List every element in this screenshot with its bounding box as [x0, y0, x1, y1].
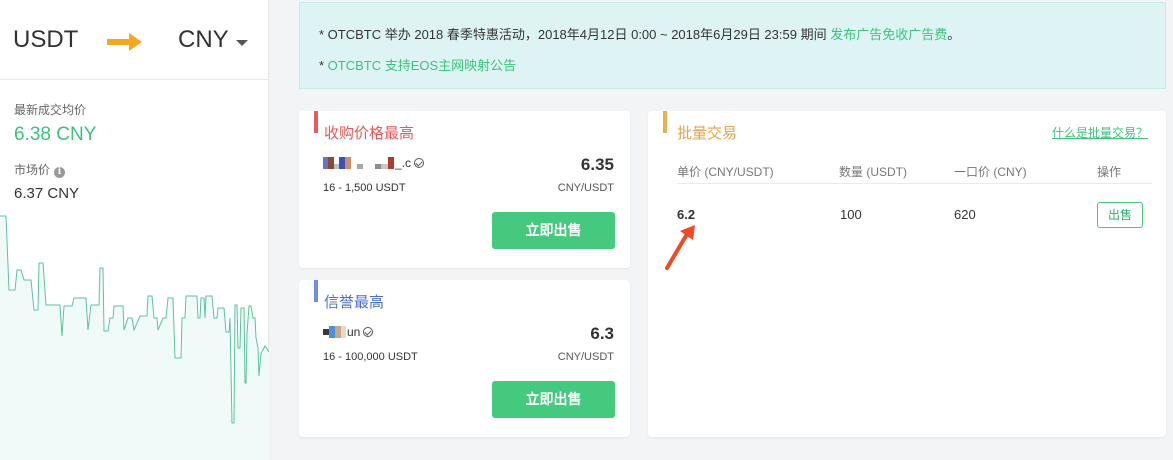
verified-icon [363, 327, 374, 337]
eos-bullet: * [319, 58, 328, 73]
card-title: 收购价格最高 [324, 125, 415, 142]
price-history-chart [0, 215, 269, 460]
batch-sell-button[interactable]: 出售 [1097, 202, 1143, 228]
promo-notice: * OTCBTC 举办 2018 春季特惠活动，2018年4月12日 0:00 … [319, 24, 960, 43]
base-currency: USDT [13, 26, 79, 53]
header-divider [677, 183, 1152, 184]
card-title: 批量交易 [677, 125, 738, 142]
sell-now-button[interactable]: 立即出售 [492, 381, 615, 418]
limit-range: 16 - 1,500 USDT [323, 182, 406, 194]
promo-text: * OTCBTC 举办 2018 春季特惠活动，2018年4月12日 0:00 … [319, 27, 831, 42]
market-price-label-row: 市场价 i [14, 161, 66, 178]
highest-reputation-card: 信誉最高 un 16 - 100,000 USDT 6.3 CNY/USDT 立… [299, 280, 630, 437]
merchant-name[interactable]: un [323, 325, 374, 339]
avatar-pixel [388, 157, 394, 169]
merchant-name[interactable]: _.c [323, 156, 425, 170]
verified-icon [414, 158, 425, 168]
card-title: 信誉最高 [324, 294, 385, 311]
column-header-price: 单价 (CNY/USDT) [677, 165, 774, 179]
highest-buy-price-card: 收购价格最高 _.c 16 - 1,500 USDT 6.35 CNY/USDT… [299, 111, 630, 268]
limit-range: 16 - 100,000 USDT [323, 351, 418, 363]
avatar-pixel [345, 157, 351, 169]
row-quantity: 100 [840, 207, 862, 222]
merchant-name-suffix: un [347, 325, 361, 339]
card-accent-bar [314, 280, 318, 302]
row-price: 6.2 [677, 207, 696, 222]
row-total: 620 [954, 207, 976, 222]
market-price-label: 市场价 [14, 163, 51, 177]
eos-mapping-link[interactable]: OTCBTC 支持EOS主网映射公告 [328, 58, 517, 73]
price-chart-area [0, 216, 269, 460]
card-accent-bar [314, 111, 318, 133]
market-sidebar: USDT CNY 最新成交均价 6.38 CNY 市场价 i 6.37 CNY [0, 0, 269, 460]
quote-currency[interactable]: CNY [178, 26, 229, 54]
market-price-value: 6.37 CNY [14, 185, 80, 202]
price-value: 6.3 [590, 324, 614, 343]
price-unit: CNY/USDT [557, 351, 614, 363]
info-icon[interactable]: i [54, 167, 66, 178]
batch-help-link[interactable]: 什么是批量交易？ [1052, 124, 1148, 141]
batch-trade-card: 批量交易 什么是批量交易？ 单价 (CNY/USDT) 数量 (USDT) 一口… [648, 111, 1166, 437]
last-price-value: 6.38 CNY [14, 124, 97, 145]
merchant-name-suffix: _.c [395, 156, 412, 170]
announcement-banner: * OTCBTC 举办 2018 春季特惠活动，2018年4月12日 0:00 … [299, 2, 1166, 89]
column-header-quantity: 数量 (USDT) [839, 165, 907, 179]
card-accent-bar [663, 111, 667, 133]
avatar-pixel [381, 164, 388, 169]
currency-pair-selector[interactable]: USDT CNY [0, 0, 269, 80]
arrow-right-icon [107, 33, 142, 51]
price-value: 6.35 [580, 155, 614, 174]
price-unit: CNY/USDT [557, 182, 614, 194]
last-price-label: 最新成交均价 [14, 103, 87, 117]
eos-notice: * OTCBTC 支持EOS主网映射公告 [319, 55, 516, 74]
sell-now-button[interactable]: 立即出售 [492, 212, 615, 249]
free-ad-link[interactable]: 发布广告免收广告费 [830, 27, 947, 42]
avatar-pixel [341, 326, 346, 338]
annotation-arrow-icon [665, 225, 695, 270]
promo-period-end: 。 [947, 27, 961, 42]
column-header-total: 一口价 (CNY) [954, 165, 1027, 179]
caret-down-icon[interactable] [236, 40, 248, 46]
avatar-pixel [357, 164, 363, 169]
column-header-action: 操作 [1097, 165, 1122, 179]
